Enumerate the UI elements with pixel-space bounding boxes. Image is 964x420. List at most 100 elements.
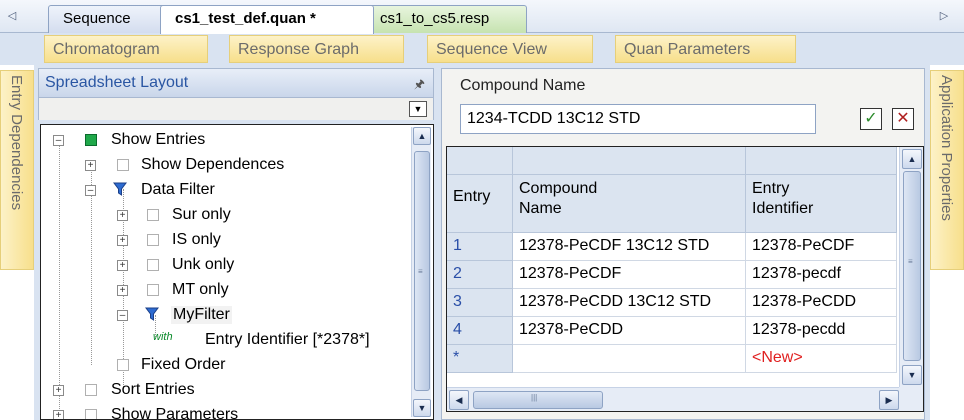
grid-vertical-scrollbar[interactable]: ▲ ≡ ▼ [899,147,923,387]
column-header-entry-identifier[interactable]: Entry Identifier [746,175,897,233]
tree-item-myfilter[interactable]: – MyFilter [41,304,401,328]
cancel-button[interactable]: ✕ [892,108,914,130]
checkbox[interactable] [117,359,129,371]
scroll-left-icon[interactable]: ◀ [449,390,469,410]
checkbox[interactable] [147,209,159,221]
tree-item-show-dependences[interactable]: + Show Dependences [41,154,401,178]
checkbox[interactable] [117,159,129,171]
tab-chromatogram[interactable]: Chromatogram [44,35,208,63]
scroll-up-icon[interactable]: ▲ [413,127,431,145]
dropdown-arrow-icon[interactable]: ▼ [409,101,427,117]
scroll-right-icon[interactable]: ▶ [879,390,899,410]
grid-cell-compound[interactable]: 12378-PeCDF [513,261,746,289]
tab-cs1-test-def-quan[interactable]: cs1_test_def.quan * [160,5,374,34]
grid-cell-identifier[interactable]: 12378-pecdd [746,317,897,345]
scrollbar-corner [899,387,923,411]
collapse-icon[interactable]: – [85,185,96,196]
scroll-down-icon[interactable]: ▼ [413,399,431,417]
tree-item-sort-entries[interactable]: + Sort Entries [41,379,401,403]
compound-name-input[interactable]: 1234-TCDD 13C12 STD [460,104,816,134]
compound-grid: Entry Compound Name Entry Identifier 1 1… [446,146,924,412]
side-tab-application-properties[interactable]: Application Properties [930,70,964,270]
tree-item-label: Entry Identifier [*2378*] [205,331,370,348]
pin-icon[interactable]: 🖈 [414,75,425,96]
scroll-thumb[interactable] [473,391,603,409]
grid-cell-compound[interactable]: 12378-PeCDD 13C12 STD [513,289,746,317]
side-tab-label: Entry Dependencies [8,75,25,211]
checkbox[interactable] [147,234,159,246]
checkbox-checked[interactable] [85,134,97,146]
tree-vertical-scrollbar[interactable]: ▲ ≡ ▼ [411,127,431,417]
row-header[interactable]: 1 [447,233,513,261]
collapse-icon[interactable]: – [117,310,128,321]
grip-icon: ||| [531,393,538,402]
tree-item-unk-only[interactable]: + Unk only [41,254,401,278]
tab-sequence[interactable]: Sequence [48,5,168,33]
layout-tree: – Show Entries + Show Dependences – Data… [40,124,434,420]
column-header-text: Entry [453,188,491,205]
tree-item-fixed-order[interactable]: Fixed Order [41,354,401,378]
tree-item-label: IS only [172,231,221,248]
scroll-thumb[interactable] [903,171,921,361]
checkbox[interactable] [147,284,159,296]
tree-item-label: Fixed Order [141,356,226,373]
grid-corner [447,147,513,175]
tree-item-label: Data Filter [141,181,215,198]
column-header-entry[interactable]: Entry [447,175,513,233]
tree-item-label: Show Parameters [111,406,239,420]
tree-item-is-only[interactable]: + IS only [41,229,401,253]
tree-item-label: Unk only [172,256,235,273]
tree-item-entry-identifier-filter[interactable]: with Entry Identifier [*2378*] [41,329,401,353]
with-icon: with [153,331,173,343]
collapse-icon[interactable]: – [53,135,64,146]
tab-response-graph[interactable]: Response Graph [229,35,404,63]
expand-icon[interactable]: + [117,210,128,221]
expand-icon[interactable]: + [117,260,128,271]
document-tab-strip: ◁ Sequence cs1_to_cs5.resp cs1_test_def.… [0,0,964,34]
scroll-tabs-right-icon[interactable]: ▷ [938,8,950,24]
grid-cell-compound[interactable]: 12378-PeCDD [513,317,746,345]
tree-item-show-parameters[interactable]: + Show Parameters [41,404,401,420]
tab-quan-parameters[interactable]: Quan Parameters [615,35,796,63]
tab-sequence-view[interactable]: Sequence View [427,35,593,63]
side-tab-entry-dependencies[interactable]: Entry Dependencies [0,70,34,270]
expand-icon[interactable]: + [53,410,64,419]
tree-item-mt-only[interactable]: + MT only [41,279,401,303]
tab-cs1-to-cs5-resp[interactable]: cs1_to_cs5.resp [365,5,527,33]
scroll-down-icon[interactable]: ▼ [902,365,922,385]
checkbox[interactable] [147,259,159,271]
expand-icon[interactable]: + [53,385,64,396]
column-header-compound-name[interactable]: Compound Name [513,175,746,233]
panel-toolbar: ▼ [38,98,434,120]
grid-cell-identifier[interactable]: 12378-PeCDD [746,289,897,317]
new-row-placeholder[interactable]: <New> [746,345,897,373]
grid-horizontal-scrollbar[interactable]: ◀ ||| ▶ [447,387,901,411]
grid-cell-compound[interactable] [513,345,746,373]
expand-icon[interactable]: + [117,285,128,296]
panel-title-text: Spreadsheet Layout [45,74,189,91]
tree-item-data-filter[interactable]: – Data Filter [41,179,401,203]
grip-icon: ≡ [908,257,913,266]
grid-header-band [746,147,897,175]
compound-panel: Compound Name 1234-TCDD 13C12 STD ✓ ✕ En… [441,68,925,420]
expand-icon[interactable]: + [85,160,96,171]
row-header[interactable]: 2 [447,261,513,289]
row-header[interactable]: 4 [447,317,513,345]
tree-item-sur-only[interactable]: + Sur only [41,204,401,228]
checkbox[interactable] [85,409,97,419]
checkbox[interactable] [85,384,97,396]
grid-cell-compound[interactable]: 12378-PeCDF 13C12 STD [513,233,746,261]
grid-cell-identifier[interactable]: 12378-PeCDF [746,233,897,261]
accept-button[interactable]: ✓ [860,108,882,130]
grip-icon: ≡ [418,267,423,276]
tree-item-label: MyFilter [171,306,232,324]
scroll-tabs-left-icon[interactable]: ◁ [6,8,18,24]
row-header-new[interactable]: * [447,345,513,373]
funnel-icon [145,307,159,321]
scroll-up-icon[interactable]: ▲ [902,149,922,169]
row-header[interactable]: 3 [447,289,513,317]
grid-cell-identifier[interactable]: 12378-pecdf [746,261,897,289]
tree-item-show-entries[interactable]: – Show Entries [41,129,401,153]
view-tab-strip: Chromatogram Response Graph Sequence Vie… [0,33,964,65]
expand-icon[interactable]: + [117,235,128,246]
